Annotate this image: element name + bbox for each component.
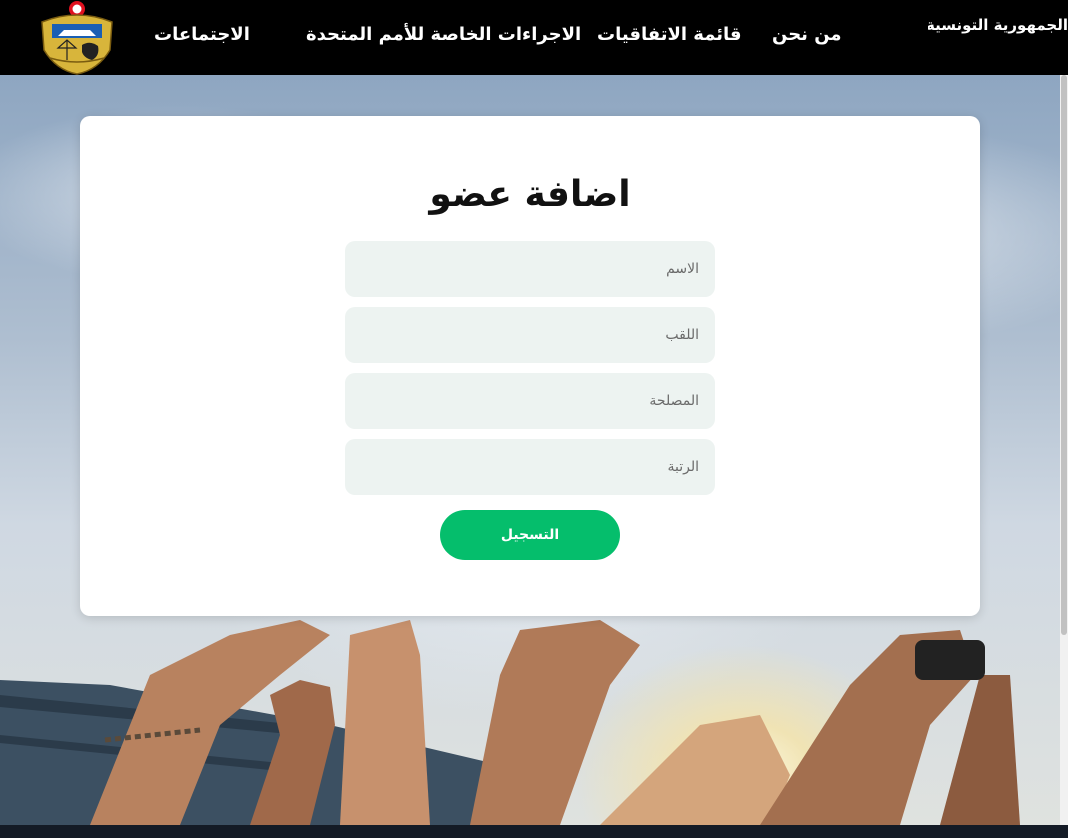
register-button[interactable]: التسجيل (440, 510, 620, 560)
scrollbar-thumb[interactable] (1061, 75, 1067, 635)
page-title: اضافة عضو (429, 174, 631, 215)
nav-meetings[interactable]: الاجتماعات (154, 24, 250, 45)
department-input[interactable] (345, 373, 715, 429)
page-scrollbar[interactable] (1060, 75, 1068, 825)
header-edge (1060, 0, 1068, 75)
tunisia-coat-of-arms-logo[interactable] (38, 0, 116, 75)
footer-strip (0, 825, 1068, 838)
add-member-card: اضافة عضو التسجيل (80, 116, 980, 616)
nav-un-procedures[interactable]: الاجراءات الخاصة للأمم المتحدة (306, 24, 581, 45)
nav-agreements[interactable]: قائمة الاتفاقيات (597, 24, 742, 45)
nav-about[interactable]: من نحن (772, 24, 842, 45)
top-navbar: الاجتماعات الاجراءات الخاصة للأمم المتحد… (0, 0, 1060, 75)
brand-title[interactable]: الجمهورية التونسية | رئاسة الحكومة (928, 16, 1068, 34)
name-input[interactable] (345, 241, 715, 297)
rank-input[interactable] (345, 439, 715, 495)
surname-input[interactable] (345, 307, 715, 363)
